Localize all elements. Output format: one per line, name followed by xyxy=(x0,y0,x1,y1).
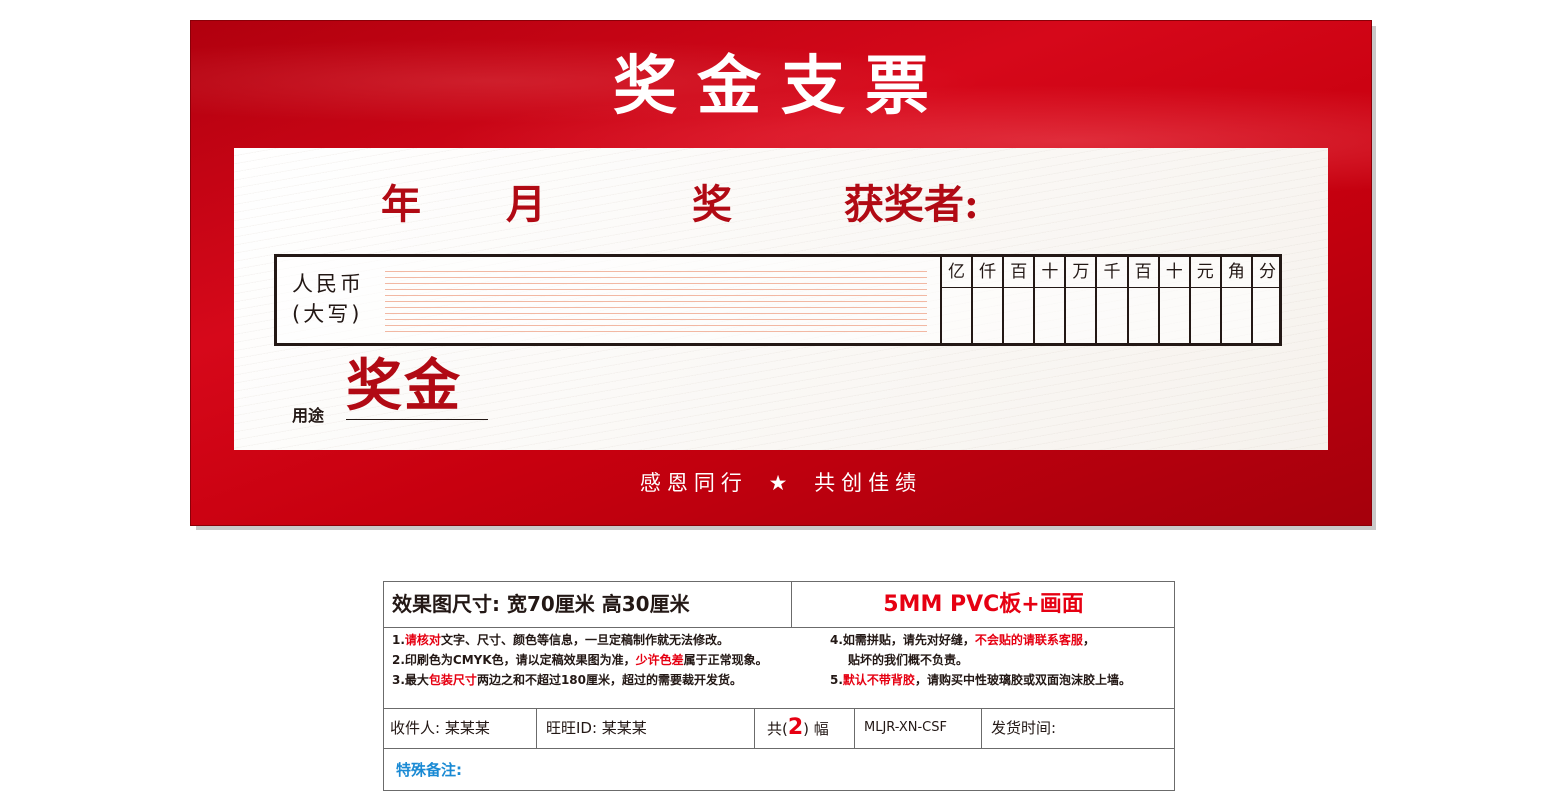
digit-unit: 万 xyxy=(1066,257,1096,288)
divider xyxy=(754,708,755,748)
quantity-prefix: 共( xyxy=(767,720,788,738)
rmb-label-line2: (大写) xyxy=(292,302,363,326)
digit-column: 角 xyxy=(1219,257,1251,343)
divider xyxy=(536,708,537,748)
year-label: 年 xyxy=(381,181,421,228)
note-2: 2.印刷色为CMYK色，请以定稿效果图为准，少许色差属于正常现象。 xyxy=(392,650,768,670)
digit-column: 元 xyxy=(1188,257,1220,343)
digit-unit: 分 xyxy=(1252,257,1283,288)
notes-block: 1.请核对文字、尺寸、颜色等信息，一旦定稿制作就无法修改。 2.印刷色为CMYK… xyxy=(384,628,1174,709)
month-label: 月 xyxy=(506,181,546,228)
digit-unit: 十 xyxy=(1159,257,1189,288)
note-text: ，请购买中性玻璃胶或双面泡沫胶上墙。 xyxy=(914,673,1131,687)
amount-box: 人民币 (大写) 亿 仟 百 十 万 千 百 十 元 角 分 xyxy=(274,254,1283,346)
digit-unit: 百 xyxy=(1128,257,1158,288)
note-highlight: 少许色差 xyxy=(635,653,684,667)
digit-column: 亿 xyxy=(940,257,972,343)
digit-column: 百 xyxy=(1126,257,1158,343)
digit-column: 百 xyxy=(1002,257,1034,343)
digit-grid: 亿 仟 百 十 万 千 百 十 元 角 分 xyxy=(940,257,1283,343)
star-icon: ★ xyxy=(768,471,794,495)
purpose-underline xyxy=(346,419,488,420)
spec-sheet: 效果图尺寸: 宽70厘米 高30厘米 5MM PVC板+画面 1.请核对文字、尺… xyxy=(383,581,1175,791)
digit-column: 分 xyxy=(1250,257,1283,343)
bonus-check-board: 奖金支票 年 月 奖 获奖者: 人民币 (大写) 亿 仟 百 十 万 千 百 十 xyxy=(190,20,1372,526)
digit-unit: 百 xyxy=(1004,257,1034,288)
wangwang-id-field: 旺旺ID: 某某某 xyxy=(546,719,647,737)
size-spec: 效果图尺寸: 宽70厘米 高30厘米 xyxy=(392,592,690,616)
amount-writing-lines xyxy=(385,271,927,333)
note-text: 4.如需拼贴，请先对好缝， xyxy=(830,633,975,647)
digit-unit: 千 xyxy=(1097,257,1127,288)
quantity-number: 2 xyxy=(787,715,804,740)
purpose-label: 用途 xyxy=(292,406,325,425)
divider xyxy=(854,708,855,748)
slogan-right: 共创佳绩 xyxy=(814,471,923,495)
note-highlight: 默认不带背胶 xyxy=(842,673,915,687)
digit-column: 十 xyxy=(1033,257,1065,343)
digit-unit: 仟 xyxy=(973,257,1003,288)
note-1: 1.请核对文字、尺寸、颜色等信息，一旦定稿制作就无法修改。 xyxy=(392,630,729,650)
recipient-label: 获奖者: xyxy=(844,181,979,228)
note-text: 3.最大 xyxy=(392,673,429,687)
check-title: 奖金支票 xyxy=(613,49,949,124)
special-remark-label: 特殊备注: xyxy=(396,761,462,779)
rmb-label-line1: 人民币 xyxy=(292,272,364,296)
quantity-suffix: ) 幅 xyxy=(803,720,829,738)
note-highlight: 请核对 xyxy=(404,633,441,647)
divider xyxy=(981,708,982,748)
note-3: 3.最大包装尺寸两边之和不超过180厘米，超过的需要裁开发货。 xyxy=(392,670,742,690)
date-award-row: 年 月 奖 获奖者: xyxy=(234,180,1328,230)
note-5: 5.默认不带背胶，请购买中性玻璃胶或双面泡沫胶上墙。 xyxy=(830,670,1131,690)
note-text: 属于正常现象。 xyxy=(683,653,768,667)
note-text: 5. xyxy=(830,673,843,687)
recipient-field: 收件人: 某某某 xyxy=(390,719,490,737)
slogan: 感恩同行 ★ 共创佳绩 xyxy=(191,467,1371,499)
digit-column: 十 xyxy=(1157,257,1189,343)
note-text: 两边之和不超过180厘米，超过的需要裁开发货。 xyxy=(476,673,742,687)
ship-time-field: 发货时间: xyxy=(991,719,1057,737)
product-code: MLJR-XN-CSF xyxy=(864,720,947,735)
award-label: 奖 xyxy=(692,181,732,228)
shipping-row: 收件人: 某某某 旺旺ID: 某某某 共(2) 幅 MLJR-XN-CSF 发货… xyxy=(384,708,1174,749)
digit-unit: 元 xyxy=(1190,257,1220,288)
digit-column: 仟 xyxy=(971,257,1003,343)
quantity-field: 共(2) 幅 xyxy=(767,708,829,748)
slogan-left: 感恩同行 xyxy=(639,471,748,495)
digit-column: 千 xyxy=(1095,257,1127,343)
spec-header-row: 效果图尺寸: 宽70厘米 高30厘米 5MM PVC板+画面 xyxy=(384,582,1174,628)
note-text: 2.印刷色为CMYK色，请以定稿效果图为准， xyxy=(392,653,636,667)
note-4-line2: 贴坏的我们概不负责。 xyxy=(848,653,969,667)
note-text: ， xyxy=(1082,633,1095,647)
digit-unit: 十 xyxy=(1035,257,1065,288)
note-highlight: 不会贴的请联系客服 xyxy=(974,633,1083,647)
check-panel: 年 月 奖 获奖者: 人民币 (大写) 亿 仟 百 十 万 千 百 十 元 角 xyxy=(234,148,1328,450)
note-text: 文字、尺寸、颜色等信息，一旦定稿制作就无法修改。 xyxy=(440,633,729,647)
digit-unit: 亿 xyxy=(942,257,972,288)
note-highlight: 包装尺寸 xyxy=(428,673,477,687)
rmb-label: 人民币 (大写) xyxy=(292,269,364,329)
note-text: 1. xyxy=(392,633,405,647)
note-4: 4.如需拼贴，请先对好缝，不会贴的请联系客服， xyxy=(830,630,1095,650)
digit-column: 万 xyxy=(1064,257,1096,343)
material-spec: 5MM PVC板+画面 xyxy=(883,592,1084,617)
digit-unit: 角 xyxy=(1221,257,1251,288)
purpose-value: 奖金 xyxy=(346,353,462,419)
